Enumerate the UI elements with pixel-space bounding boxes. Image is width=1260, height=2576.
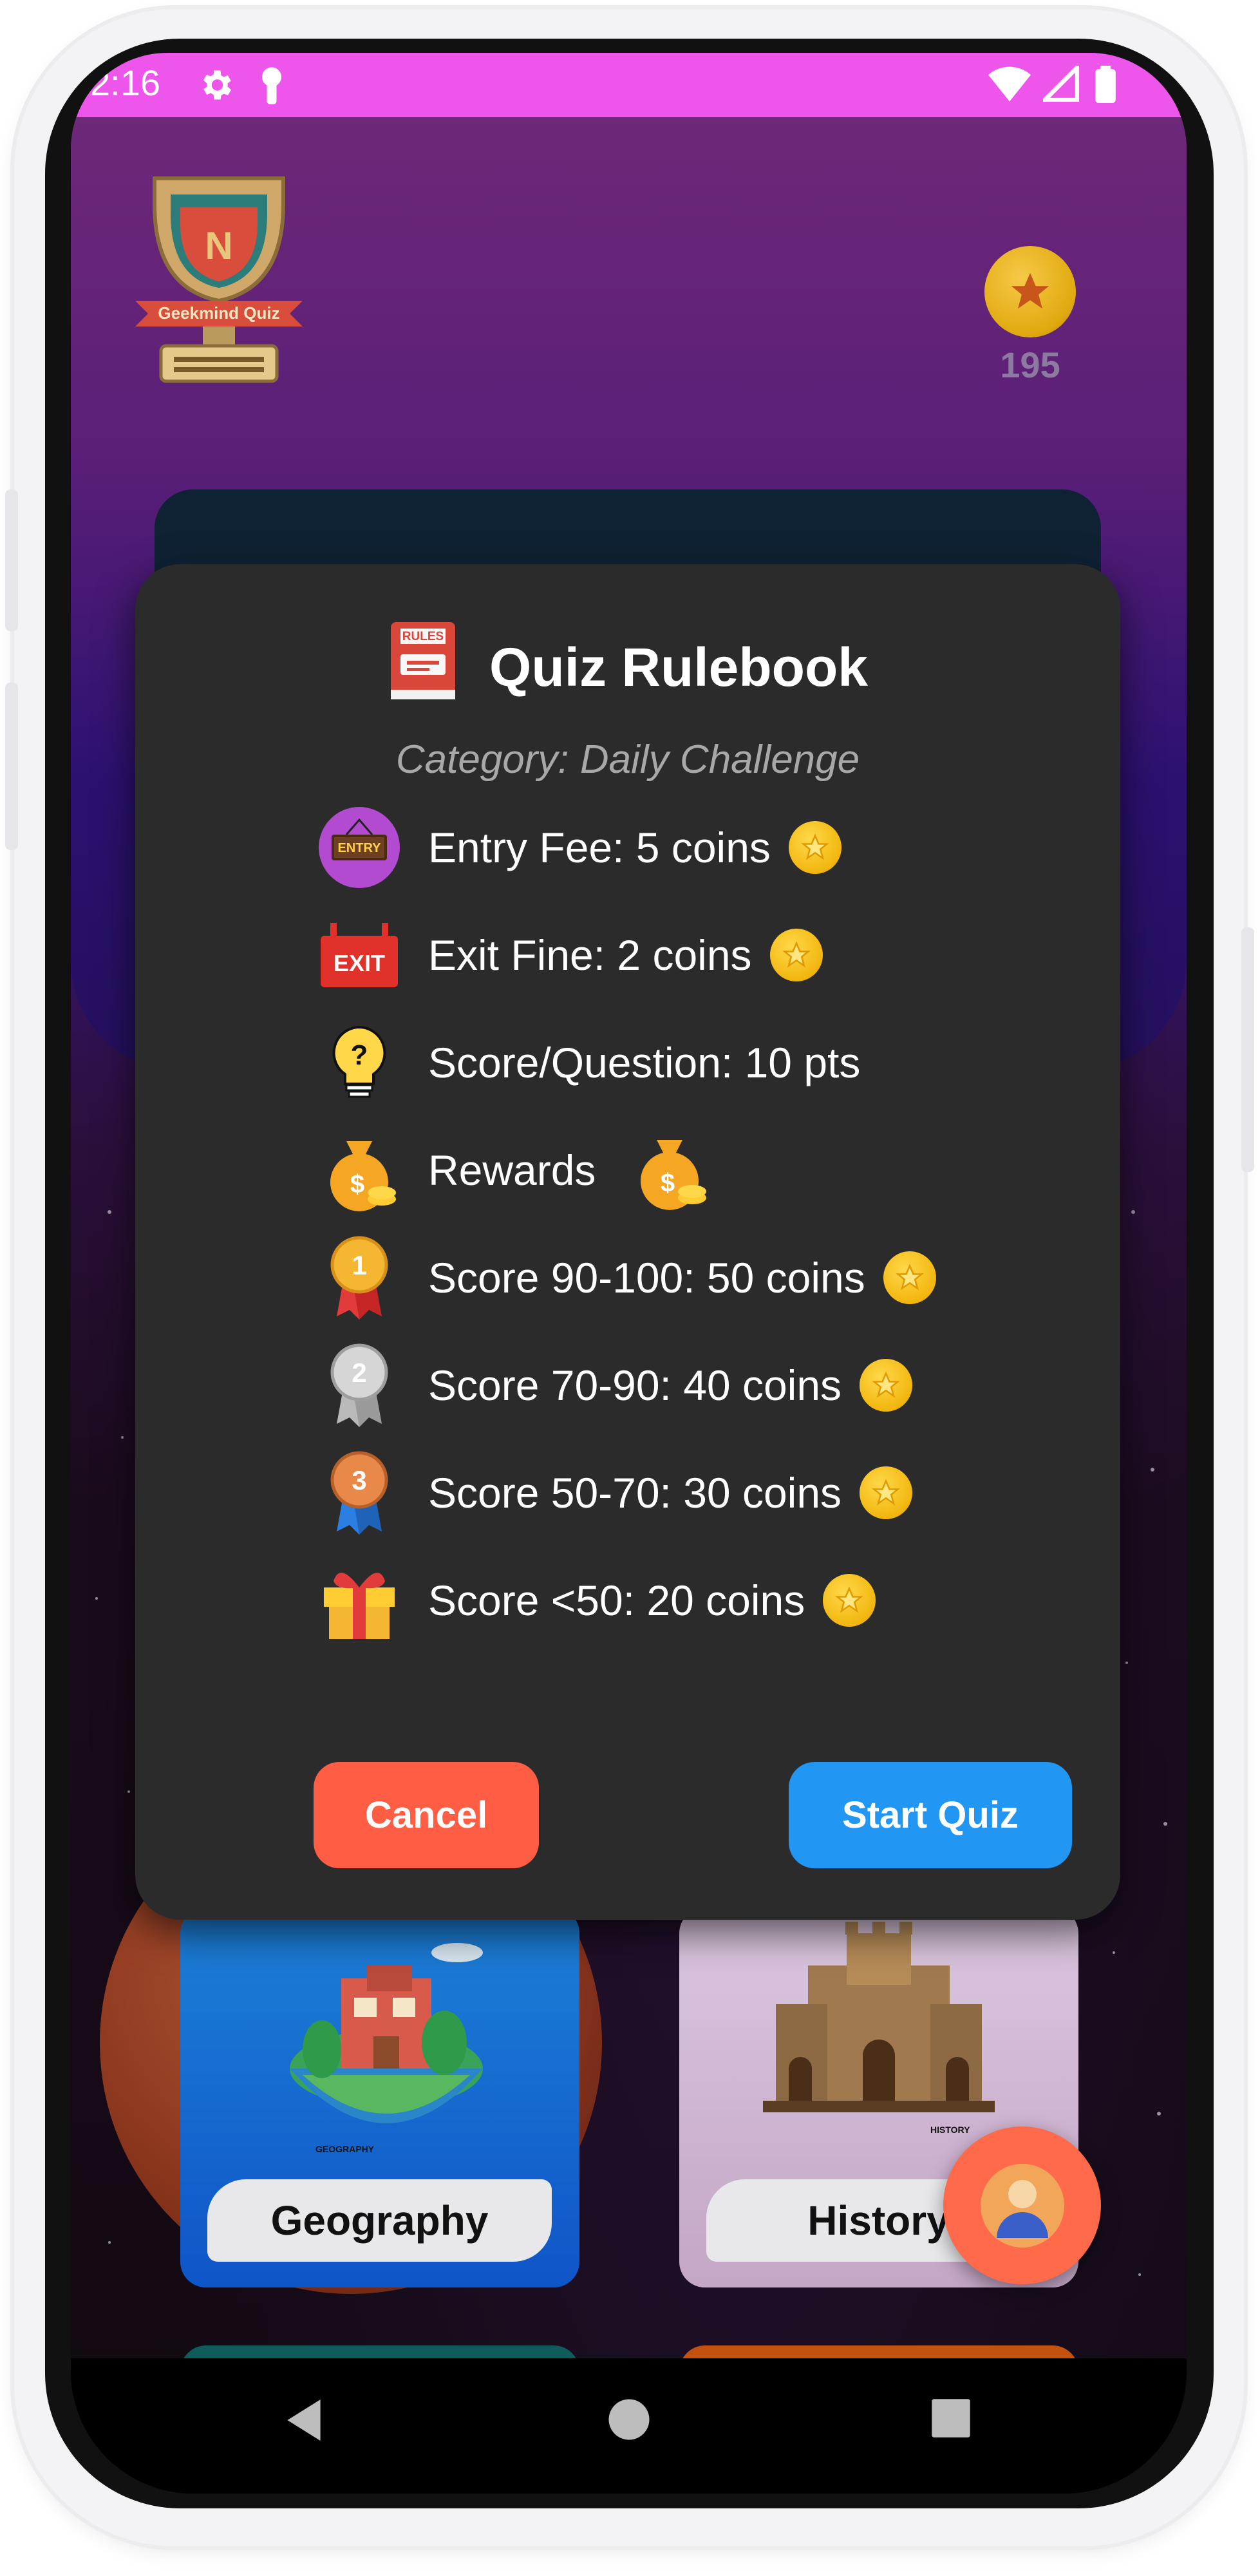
rule-score-50-70: 3 Score 50-70: 30 coins: [315, 1448, 913, 1538]
rule-rewards: $ Rewards $: [315, 1125, 711, 1215]
status-time: 2:16: [90, 62, 160, 103]
home-icon[interactable]: [606, 2397, 652, 2445]
bronze-medal-icon: 3: [315, 1450, 402, 1537]
signal-icon: [1039, 62, 1080, 105]
coin-icon: [860, 1466, 913, 1519]
dialog-title: Quiz Rulebook: [489, 636, 868, 697]
svg-text:N: N: [205, 224, 232, 267]
money-bag-icon: $: [628, 1127, 711, 1214]
dialog-subtitle: Category: Daily Challenge: [395, 737, 860, 782]
geography-caption: GEOGRAPHY: [315, 2144, 375, 2154]
rule-text: Entry Fee: 5 coins: [428, 824, 771, 871]
rule-text: Score 70-90: 40 coins: [428, 1361, 842, 1409]
rules-book-icon: RULES: [388, 619, 458, 715]
coin-count: 195: [1000, 345, 1060, 385]
gift-icon: [315, 1557, 402, 1644]
geography-illustration: GEOGRAPHY: [290, 1943, 483, 2154]
rule-text: Score/Question: 10 pts: [428, 1039, 861, 1086]
back-icon[interactable]: [283, 2397, 324, 2447]
phone-side-button: [1241, 927, 1254, 1172]
svg-text:1: 1: [352, 1250, 366, 1280]
cancel-button[interactable]: Cancel: [314, 1762, 539, 1868]
svg-text:ENTRY: ENTRY: [337, 841, 381, 855]
system-nav-bar: [71, 2358, 1187, 2494]
start-quiz-button[interactable]: Start Quiz: [789, 1762, 1072, 1868]
coin-icon: [769, 929, 823, 981]
rule-score-70-90: 2 Score 70-90: 40 coins: [315, 1340, 913, 1430]
svg-text:?: ?: [350, 1039, 368, 1071]
rule-score-90-100: 1 Score 90-100: 50 coins: [315, 1233, 936, 1323]
rule-text: Exit Fine: 2 coins: [428, 931, 752, 979]
app-logo: N Geekmind Quiz: [135, 169, 303, 388]
rule-text: Score <50: 20 coins: [428, 1577, 805, 1624]
rule-entry-fee: ENTRY Entry Fee: 5 coins: [315, 802, 842, 893]
coin-icon: [788, 821, 842, 874]
category-card-geography[interactable]: GEOGRAPHY Geography: [180, 1908, 579, 2287]
svg-text:3: 3: [352, 1465, 366, 1495]
coin-icon: [823, 1574, 876, 1627]
rule-exit-fine: EXIT Exit Fine: 2 coins: [315, 910, 823, 1000]
quiz-rulebook-dialog: RULES Quiz Rulebook Category: Daily Chal…: [135, 564, 1120, 1920]
category-label-geography: Geography: [207, 2179, 552, 2262]
svg-text:RULES: RULES: [402, 630, 444, 643]
lightbulb-icon: ?: [315, 1019, 402, 1106]
logo-text: Geekmind Quiz: [158, 303, 279, 323]
profile-fab-button[interactable]: [943, 2126, 1101, 2284]
coin-balance[interactable]: 195: [966, 246, 1095, 413]
exit-icon: EXIT: [315, 912, 402, 999]
recents-icon[interactable]: [930, 2397, 972, 2443]
history-caption: HISTORY: [930, 2125, 970, 2135]
svg-text:$: $: [661, 1169, 675, 1197]
svg-text:EXIT: EXIT: [333, 950, 384, 976]
money-bag-icon: $: [315, 1127, 402, 1214]
star-coin-icon: [984, 246, 1076, 337]
rule-text: Score 50-70: 30 coins: [428, 1469, 842, 1517]
gold-medal-icon: 1: [315, 1235, 402, 1321]
rule-text: Score 90-100: 50 coins: [428, 1254, 865, 1302]
gear-icon: [196, 66, 235, 108]
wifi-icon: [988, 66, 1031, 105]
coin-icon: [883, 1251, 936, 1304]
status-bar: 2:16: [71, 53, 1187, 117]
lock-icon: [258, 66, 286, 108]
phone-side-button: [5, 683, 18, 850]
svg-text:2: 2: [352, 1358, 366, 1388]
svg-text:$: $: [350, 1170, 364, 1198]
user-avatar-icon: [980, 2163, 1064, 2248]
rule-score-under-50: Score <50: 20 coins: [315, 1555, 876, 1645]
coin-icon: [860, 1359, 913, 1412]
rule-score-per-question: ? Score/Question: 10 pts: [315, 1018, 860, 1108]
entry-icon: ENTRY: [315, 804, 402, 891]
silver-medal-icon: 2: [315, 1342, 402, 1429]
rule-text: Rewards: [428, 1146, 596, 1194]
battery-icon: [1095, 66, 1116, 106]
phone-side-button: [5, 489, 18, 631]
